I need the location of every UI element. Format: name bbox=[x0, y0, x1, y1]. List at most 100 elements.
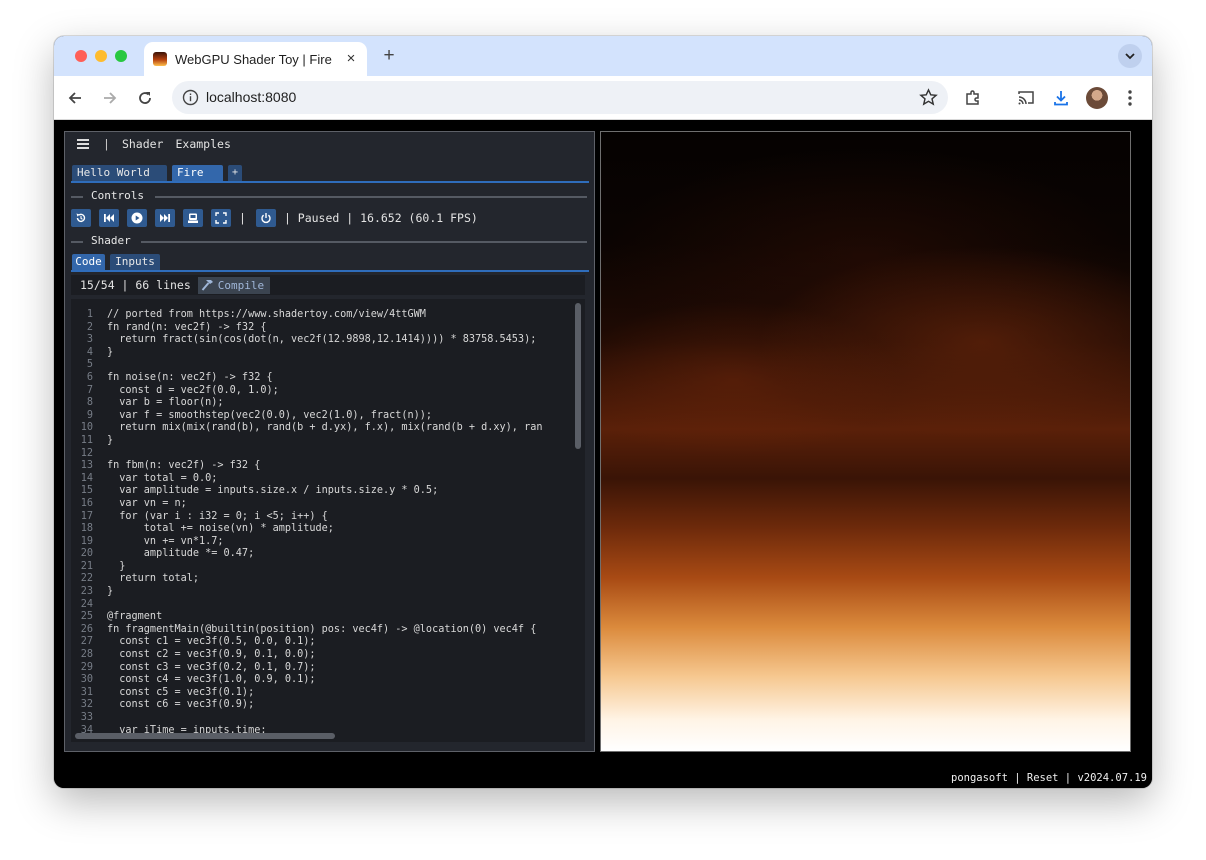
reload-button[interactable] bbox=[134, 87, 156, 109]
zoom-window-button[interactable] bbox=[115, 50, 127, 62]
browser-window: WebGPU Shader Toy | Fire × + localhost:8… bbox=[54, 36, 1152, 788]
browser-menu-button[interactable] bbox=[1120, 87, 1140, 109]
fullscreen-button[interactable] bbox=[211, 209, 231, 227]
code-line: 16 var vn = n; bbox=[71, 498, 571, 511]
play-icon bbox=[131, 212, 143, 224]
hamburger-menu-icon[interactable] bbox=[77, 139, 89, 149]
line-number: 33 bbox=[80, 712, 93, 723]
code-line: 25 @fragment bbox=[71, 611, 571, 624]
line-number: 32 bbox=[80, 699, 93, 711]
reset-link[interactable]: Reset bbox=[1027, 772, 1059, 784]
shader-canvas[interactable] bbox=[600, 131, 1131, 752]
line-number: 8 bbox=[86, 397, 93, 409]
more-vertical-icon bbox=[1128, 90, 1132, 106]
menu-examples[interactable]: Examples bbox=[175, 137, 230, 151]
power-button[interactable] bbox=[255, 209, 276, 227]
code-line: 2 fn rand(n: vec2f) -> f32 { bbox=[71, 322, 571, 335]
site-info-icon[interactable] bbox=[182, 89, 199, 106]
code-line: 31 const c5 = vec3f(0.1); bbox=[71, 687, 571, 700]
skip-back-button[interactable] bbox=[99, 209, 119, 227]
line-number: 16 bbox=[80, 497, 93, 509]
add-shader-tab-button[interactable]: + bbox=[228, 165, 242, 181]
line-number: 25 bbox=[80, 611, 93, 623]
code-text: fn fragmentMain(@builtin(position) pos: … bbox=[107, 623, 537, 635]
code-text: const c6 = vec3f(0.9); bbox=[107, 699, 255, 711]
code-text: return fract(sin(cos(dot(n, vec2f(12.989… bbox=[107, 334, 537, 346]
play-button[interactable] bbox=[127, 209, 147, 227]
code-line: 22 return total; bbox=[71, 573, 571, 586]
code-line: 19 vn += vn*1.7; bbox=[71, 536, 571, 549]
reset-time-button[interactable] bbox=[71, 209, 91, 227]
code-line: 15 var amplitude = inputs.size.x / input… bbox=[71, 485, 571, 498]
line-number: 1 bbox=[86, 309, 93, 320]
line-number: 14 bbox=[80, 472, 93, 484]
screenshot-button[interactable] bbox=[183, 209, 203, 227]
shader-tab-hello-world[interactable]: Hello World bbox=[72, 165, 167, 181]
line-number: 19 bbox=[80, 535, 93, 547]
address-bar[interactable]: localhost:8080 bbox=[172, 81, 948, 114]
footer-separator: | bbox=[1058, 772, 1078, 784]
line-number: 2 bbox=[86, 321, 93, 333]
line-number: 27 bbox=[80, 636, 93, 648]
arrow-right-icon bbox=[104, 92, 117, 104]
skip-forward-button[interactable] bbox=[155, 209, 175, 227]
forward-button[interactable] bbox=[99, 87, 121, 109]
line-number: 10 bbox=[80, 422, 93, 434]
line-number: 28 bbox=[80, 649, 93, 661]
version-label: v2024.07.19 bbox=[1077, 772, 1147, 784]
minimize-window-button[interactable] bbox=[95, 50, 107, 62]
code-line: 18 total += noise(vn) * amplitude; bbox=[71, 523, 571, 536]
editor-vertical-scrollbar[interactable] bbox=[575, 303, 581, 449]
reset-icon bbox=[76, 213, 86, 222]
code-line: 27 const c1 = vec3f(0.5, 0.0, 0.1); bbox=[71, 636, 571, 649]
code-lines: 1 // ported from https://www.shadertoy.co… bbox=[71, 309, 571, 737]
code-text: const c1 = vec3f(0.5, 0.0, 0.1); bbox=[107, 636, 316, 648]
profile-avatar[interactable] bbox=[1086, 87, 1108, 109]
shader-section-header: Shader bbox=[71, 234, 587, 248]
browser-tab-active[interactable]: WebGPU Shader Toy | Fire × bbox=[144, 42, 367, 76]
bookmark-star-icon[interactable] bbox=[919, 88, 938, 107]
tab-title: WebGPU Shader Toy | Fire bbox=[175, 51, 332, 67]
reload-icon bbox=[139, 92, 151, 104]
code-text: // ported from https://www.shadertoy.com… bbox=[107, 309, 426, 320]
code-line: 20 amplitude *= 0.47; bbox=[71, 548, 571, 561]
code-line: 3 return fract(sin(cos(dot(n, vec2f(12.9… bbox=[71, 334, 571, 347]
fullscreen-icon bbox=[215, 212, 227, 224]
line-number: 17 bbox=[80, 510, 93, 522]
line-number: 5 bbox=[86, 359, 93, 371]
code-text: return total; bbox=[107, 573, 200, 585]
back-button[interactable] bbox=[64, 87, 86, 109]
compile-button[interactable]: Compile bbox=[197, 276, 271, 294]
code-editor[interactable]: 1 // ported from https://www.shadertoy.co… bbox=[71, 299, 585, 742]
line-number: 15 bbox=[80, 485, 93, 497]
tab-inputs[interactable]: Inputs bbox=[110, 254, 160, 270]
footer-separator: | bbox=[1007, 772, 1027, 784]
line-number: 26 bbox=[80, 623, 93, 635]
tab-search-button[interactable] bbox=[1118, 44, 1142, 68]
arrow-left-icon bbox=[68, 92, 81, 104]
code-text: var vn = n; bbox=[107, 497, 187, 509]
code-line: 4} bbox=[71, 347, 571, 360]
new-tab-button[interactable]: + bbox=[378, 45, 400, 67]
cast-button[interactable] bbox=[1015, 87, 1037, 109]
tab-close-button[interactable]: × bbox=[343, 51, 359, 67]
tab-code[interactable]: Code bbox=[72, 254, 105, 270]
code-line: 24 bbox=[71, 599, 571, 612]
editor-horizontal-scrollbar[interactable] bbox=[75, 733, 335, 739]
close-window-button[interactable] bbox=[75, 50, 87, 62]
code-line: 1 // ported from https://www.shadertoy.co… bbox=[71, 309, 571, 322]
brand-link[interactable]: pongasoft bbox=[951, 772, 1008, 784]
line-number: 3 bbox=[86, 334, 93, 346]
menu-shader[interactable]: Shader bbox=[122, 137, 164, 151]
line-number: 11 bbox=[80, 434, 93, 446]
extensions-button[interactable] bbox=[962, 87, 984, 109]
code-text: } bbox=[107, 586, 114, 598]
line-number: 23 bbox=[80, 586, 93, 598]
line-number: 7 bbox=[86, 384, 93, 396]
downloads-button[interactable] bbox=[1050, 87, 1072, 109]
code-text: } bbox=[107, 346, 114, 358]
code-line: 11} bbox=[71, 435, 571, 448]
line-number: 18 bbox=[80, 523, 93, 535]
shader-tab-fire[interactable]: Fire bbox=[172, 165, 223, 181]
